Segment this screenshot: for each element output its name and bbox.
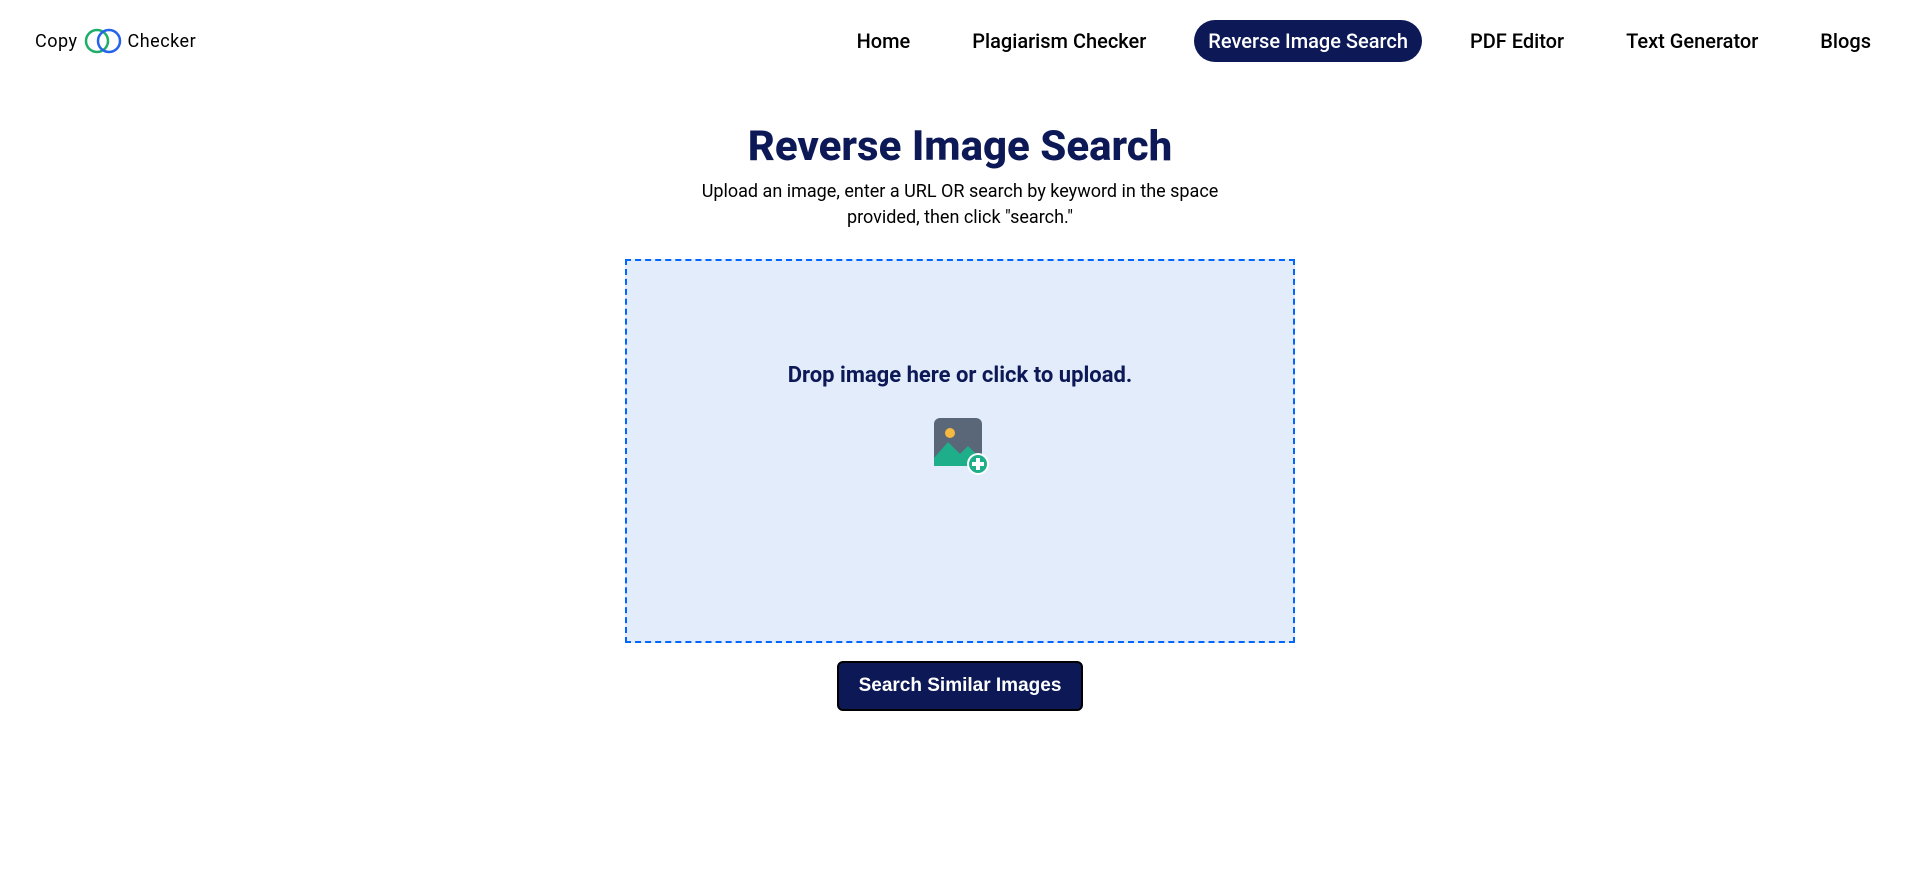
- nav-item-pdf-editor[interactable]: PDF Editor: [1456, 20, 1578, 62]
- main-content: Reverse Image Search Upload an image, en…: [0, 82, 1920, 711]
- header: Copy Checker Home Plagiarism Checker Rev…: [0, 0, 1920, 82]
- nav-item-home[interactable]: Home: [843, 20, 925, 62]
- image-dropzone[interactable]: Drop image here or click to upload.: [625, 259, 1295, 643]
- nav-item-reverse-image-search[interactable]: Reverse Image Search: [1194, 20, 1422, 62]
- dropzone-text: Drop image here or click to upload.: [788, 363, 1133, 388]
- page-title: Reverse Image Search: [748, 122, 1173, 171]
- upload-image-icon: [930, 416, 990, 480]
- page-subtitle: Upload an image, enter a URL OR search b…: [680, 179, 1240, 231]
- main-nav: Home Plagiarism Checker Reverse Image Se…: [843, 20, 1885, 62]
- logo[interactable]: Copy Checker: [35, 27, 196, 55]
- nav-item-text-generator[interactable]: Text Generator: [1612, 20, 1772, 62]
- nav-item-blogs[interactable]: Blogs: [1806, 20, 1885, 62]
- nav-item-plagiarism-checker[interactable]: Plagiarism Checker: [958, 20, 1160, 62]
- search-similar-images-button[interactable]: Search Similar Images: [837, 661, 1084, 711]
- logo-text-right: Checker: [128, 31, 197, 52]
- logo-icon: [84, 27, 122, 55]
- logo-text-left: Copy: [35, 31, 78, 52]
